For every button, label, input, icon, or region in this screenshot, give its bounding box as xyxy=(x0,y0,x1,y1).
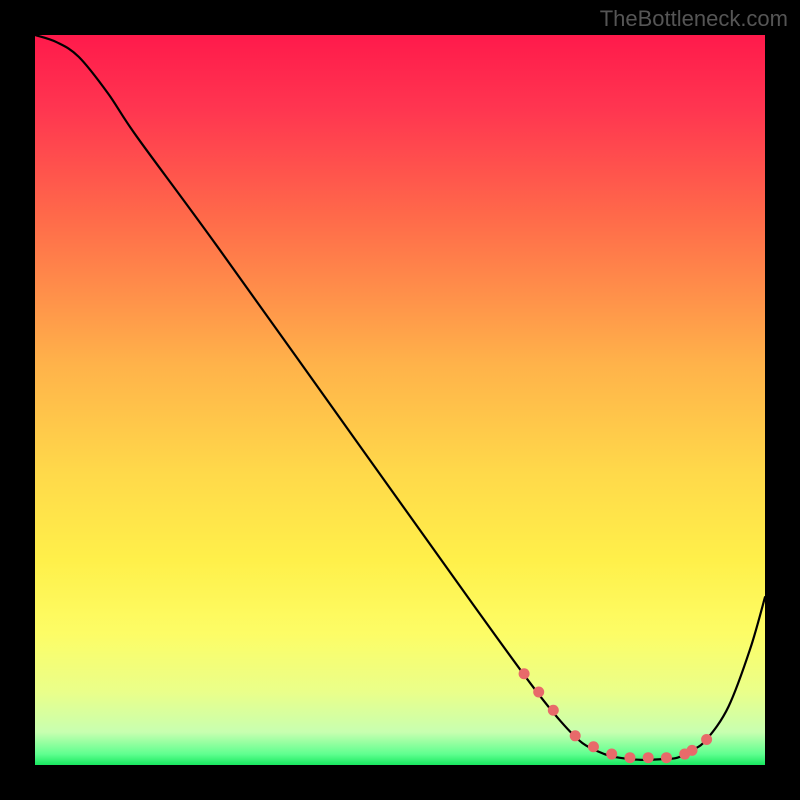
watermark-text: TheBottleneck.com xyxy=(600,6,788,32)
chart-container: TheBottleneck.com xyxy=(0,0,800,800)
highlight-dot xyxy=(701,734,712,745)
highlight-dot xyxy=(624,752,635,763)
highlight-dot xyxy=(643,752,654,763)
highlight-dot xyxy=(588,741,599,752)
highlight-dot xyxy=(570,730,581,741)
gradient-background xyxy=(35,35,765,765)
plot-area xyxy=(35,35,765,765)
highlight-dot xyxy=(533,687,544,698)
highlight-dot xyxy=(687,745,698,756)
highlight-dot xyxy=(661,752,672,763)
chart-svg xyxy=(35,35,765,765)
highlight-dot xyxy=(519,668,530,679)
highlight-dot xyxy=(606,749,617,760)
highlight-dot xyxy=(548,705,559,716)
